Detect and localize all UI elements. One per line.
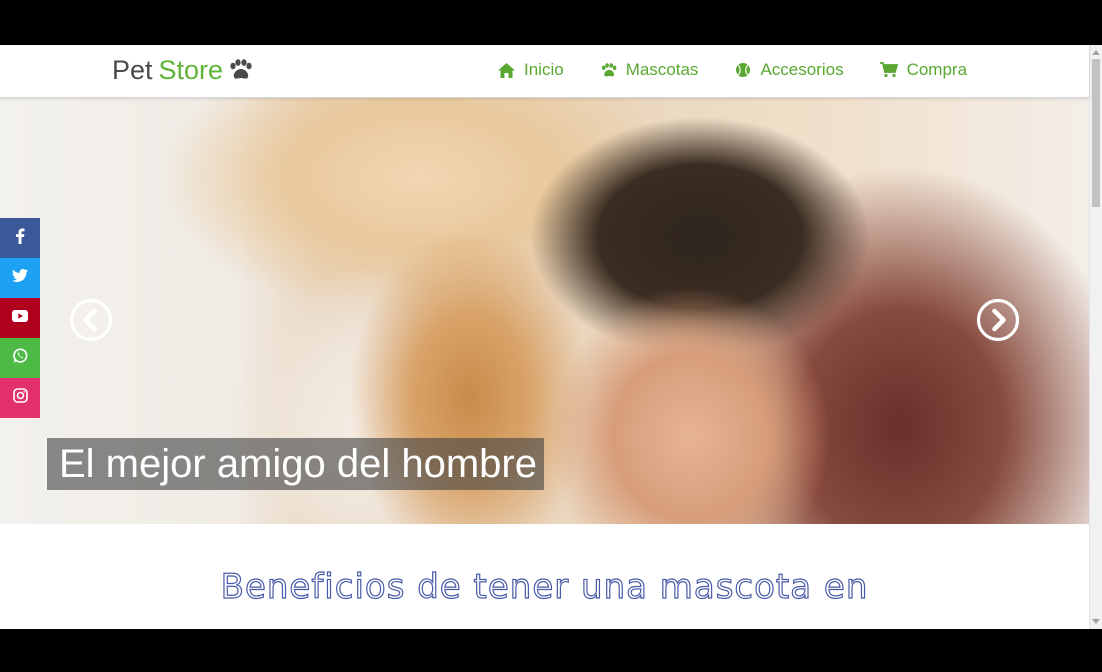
hero-carousel: El mejor amigo del hombre	[0, 97, 1089, 524]
page-scrollbar[interactable]	[1089, 45, 1102, 629]
facebook-button[interactable]	[0, 218, 40, 258]
twitter-button[interactable]	[0, 258, 40, 298]
nav-item-mascotas[interactable]: Mascotas	[600, 59, 699, 81]
chevron-left-icon	[69, 298, 113, 342]
scroll-up-arrow-icon[interactable]	[1092, 50, 1100, 55]
brand-pet-text: Pet	[112, 55, 153, 85]
brand-store-text: Store	[158, 55, 224, 85]
paw-icon	[228, 59, 252, 81]
ball-icon	[735, 62, 751, 78]
whatsapp-icon	[12, 347, 28, 369]
nav-item-accesorios[interactable]: Accesorios	[735, 59, 844, 81]
cart-icon	[879, 62, 898, 78]
social-sidebar	[0, 218, 40, 418]
facebook-icon	[15, 228, 25, 249]
scroll-thumb[interactable]	[1092, 59, 1100, 207]
instagram-button[interactable]	[0, 378, 40, 418]
navbar: Pet Store Inicio Mascotas Accesorios Com…	[0, 45, 1089, 98]
carousel-prev-button[interactable]	[69, 298, 113, 342]
slide-caption: El mejor amigo del hombre	[47, 438, 544, 490]
nav-item-label: Mascotas	[625, 60, 699, 79]
twitter-icon	[12, 269, 28, 287]
home-icon	[498, 62, 515, 78]
carousel-next-button[interactable]	[976, 298, 1020, 342]
main-nav: Inicio Mascotas Accesorios Compra	[498, 59, 967, 81]
paw-icon	[600, 62, 617, 78]
whatsapp-button[interactable]	[0, 338, 40, 378]
youtube-icon	[12, 309, 28, 327]
instagram-icon	[12, 388, 28, 408]
youtube-button[interactable]	[0, 298, 40, 338]
nav-item-inicio[interactable]: Inicio	[498, 59, 564, 81]
nav-item-label: Accesorios	[760, 60, 844, 79]
browser-viewport: Pet Store Inicio Mascotas Accesorios Com…	[0, 45, 1102, 629]
brand-logo[interactable]: Pet Store	[112, 54, 252, 86]
nav-item-compra[interactable]: Compra	[879, 59, 968, 81]
chevron-right-icon	[976, 298, 1020, 342]
nav-item-label: Compra	[906, 60, 968, 79]
section-title: Beneficios de tener una mascota en	[220, 566, 869, 607]
scroll-down-arrow-icon[interactable]	[1092, 619, 1100, 624]
nav-item-label: Inicio	[524, 60, 564, 79]
